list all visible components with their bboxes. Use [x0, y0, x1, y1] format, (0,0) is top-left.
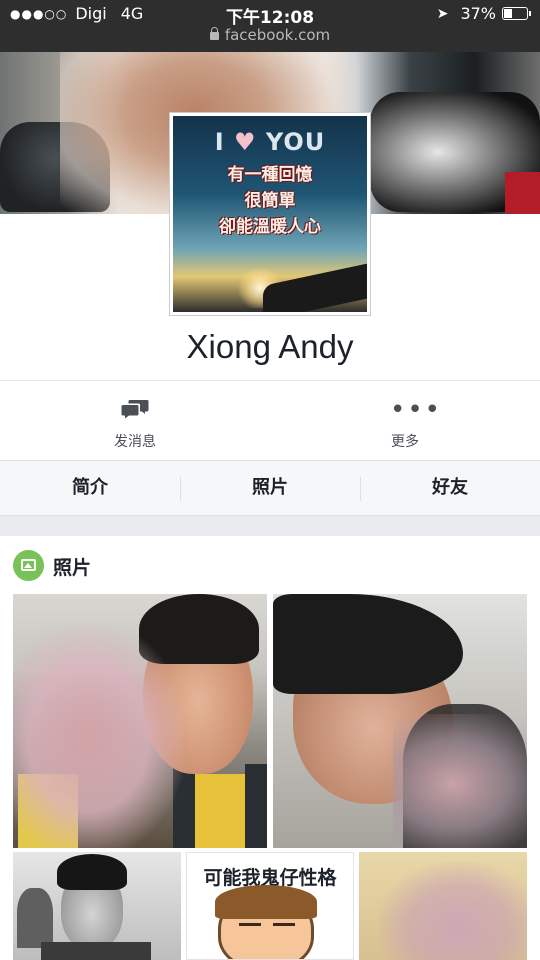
tab-photos[interactable]: 照片 — [180, 461, 360, 515]
battery-icon — [502, 7, 531, 20]
profile-picture-title: I ♥ YOU — [214, 128, 326, 156]
more-button[interactable]: ••• 更多 — [270, 381, 540, 461]
profile-picture-line3: 卻能溫暖人心 — [219, 217, 321, 237]
status-bar: ●●●○○ Digi 4G 下午12:08 ➤ 37% facebook.com — [0, 0, 540, 52]
heart-icon: ♥ — [234, 128, 257, 156]
lock-icon — [209, 27, 219, 40]
profile-name: Xiong Andy — [186, 328, 354, 365]
photos-section-header[interactable]: 照片 — [0, 536, 540, 592]
address-bar[interactable]: facebook.com — [0, 26, 540, 44]
battery-fill — [504, 9, 512, 18]
photo-thumbnail-5[interactable] — [359, 852, 527, 960]
message-label: 发消息 — [114, 434, 156, 450]
profile-picture[interactable]: I ♥ YOU 有一種回憶 很簡單 卻能溫暖人心 — [170, 113, 370, 315]
photo-thumbnail-3[interactable] — [13, 852, 181, 960]
photos-icon — [13, 550, 44, 581]
location-arrow-icon: ➤ — [436, 5, 449, 22]
tab-friends[interactable]: 好友 — [360, 461, 540, 515]
url-text: facebook.com — [224, 26, 331, 44]
profile-actions: 发消息 ••• 更多 — [0, 380, 540, 460]
section-divider — [0, 516, 540, 536]
message-button[interactable]: 发消息 — [0, 381, 270, 461]
profile-picture-line2: 很簡單 — [244, 191, 296, 211]
photos-section-title: 照片 — [53, 557, 92, 579]
photo-thumbnail-4[interactable]: 可能我鬼仔性格 — [186, 852, 354, 960]
battery-percent: 37% — [460, 4, 496, 23]
photo-thumbnail-2[interactable] — [273, 594, 527, 848]
battery-info: ➤ 37% — [436, 4, 531, 23]
more-label: 更多 — [391, 434, 419, 450]
tab-about[interactable]: 简介 — [0, 461, 180, 515]
profile-picture-line1: 有一種回憶 — [227, 165, 313, 185]
profile-tabs: 简介 照片 好友 — [0, 460, 540, 516]
more-dots-icon: ••• — [390, 395, 443, 425]
photo-thumbnail-1[interactable] — [13, 594, 267, 848]
message-icon — [121, 400, 149, 419]
